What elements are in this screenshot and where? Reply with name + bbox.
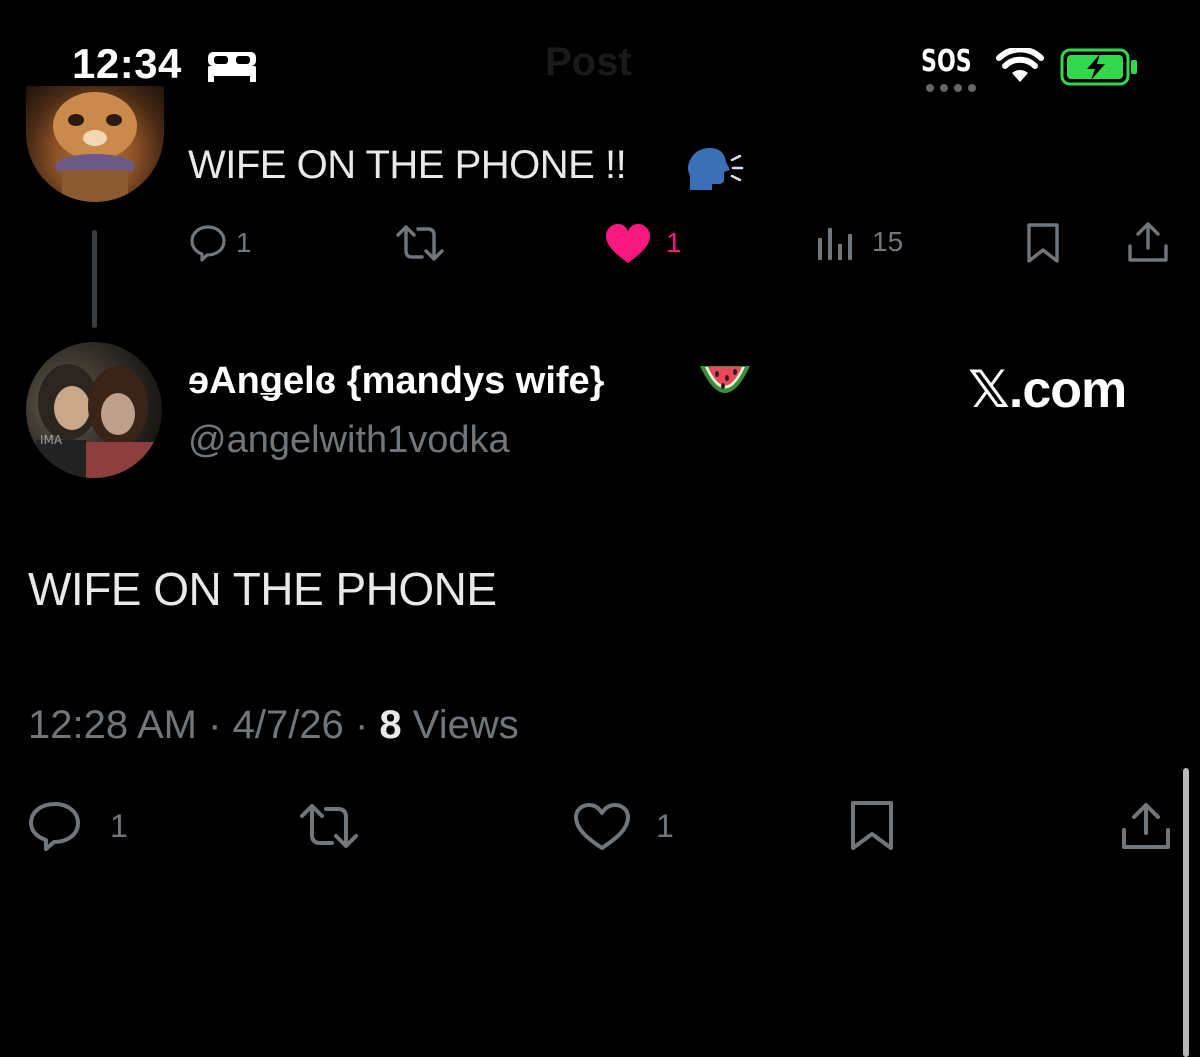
repost-icon [300, 804, 358, 848]
repost-icon [396, 225, 444, 261]
screen-title: Post [545, 40, 632, 84]
analytics-icon [818, 228, 852, 260]
battery-charging-icon [1060, 48, 1140, 91]
main-like-button[interactable]: 1 [572, 800, 682, 852]
signal-dots-icon [925, 80, 979, 98]
post-metadata: 12:28 AM · 4/7/26 · 8 Views [28, 703, 519, 748]
watermelon-icon [697, 358, 753, 411]
heart-outline-icon [574, 803, 630, 850]
status-time: 12:34 [72, 40, 182, 87]
author-handle[interactable]: @angelwith1vodka [188, 419, 510, 462]
main-reply-button[interactable]: 1 [26, 800, 136, 852]
like-count: 1 [666, 227, 682, 258]
main-share-button[interactable] [1120, 800, 1172, 852]
wifi-icon [996, 46, 1044, 89]
main-repost-button[interactable] [298, 802, 362, 850]
thread-connector-line [92, 230, 97, 328]
author-display-name[interactable]: ɘAnǥelɞ {mandys wife} [188, 360, 604, 403]
sos-label: SOS [921, 44, 972, 79]
main-bookmark-button[interactable] [848, 800, 898, 852]
repost-button[interactable] [394, 223, 450, 263]
reply-button[interactable]: 1 [188, 221, 268, 265]
views-number: 8 [379, 703, 402, 747]
views-count: 15 [872, 226, 904, 257]
scrollbar[interactable] [1183, 768, 1189, 1057]
bed-icon [206, 50, 258, 87]
x-com-watermark: 𝕏.com [968, 361, 1127, 419]
post-date[interactable]: 4/7/26 [233, 703, 344, 747]
meta-separator: · [208, 703, 222, 747]
author-avatar[interactable]: IMA [26, 342, 162, 478]
reply-count: 1 [110, 808, 128, 844]
reply-count: 1 [236, 227, 252, 258]
views-button[interactable]: 15 [816, 222, 916, 264]
share-icon [1122, 803, 1170, 849]
like-count: 1 [656, 808, 674, 844]
post-time[interactable]: 12:28 AM [28, 703, 197, 747]
post-text: WIFE ON THE PHONE [28, 563, 497, 615]
views-label: Views [412, 703, 519, 747]
bookmark-icon [1027, 223, 1059, 263]
reply-icon [29, 802, 80, 851]
like-button[interactable]: 1 [604, 221, 690, 265]
heart-filled-icon [606, 224, 650, 263]
reply-icon [190, 225, 226, 262]
bookmark-button[interactable] [1024, 222, 1064, 264]
speaking-head-icon [684, 146, 744, 199]
share-button[interactable] [1126, 220, 1170, 264]
meta-separator: · [354, 703, 369, 747]
svg-text:IMA: IMA [40, 433, 63, 447]
display-name-text: ɘAnǥelɞ {mandys wife} [188, 360, 605, 402]
parent-post-avatar[interactable] [26, 86, 164, 202]
parent-post-text: WIFE ON THE PHONE !! [188, 143, 627, 187]
share-icon [1128, 222, 1168, 262]
bookmark-icon [851, 801, 893, 850]
